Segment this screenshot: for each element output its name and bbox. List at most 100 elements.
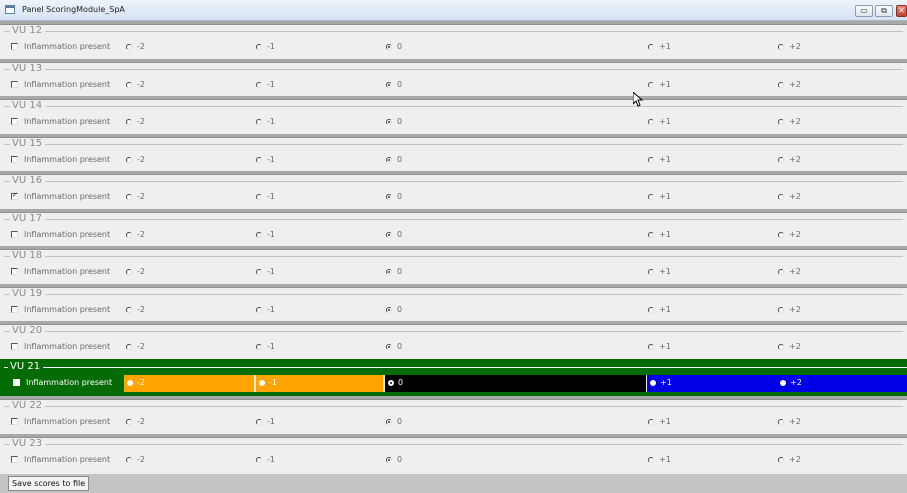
radio-dot[interactable] (127, 379, 133, 386)
score-radio[interactable]: +1 (648, 153, 776, 168)
radio-dot[interactable] (126, 419, 132, 425)
score-radio[interactable]: +1 (648, 415, 776, 430)
score-radio[interactable]: 0 (386, 303, 646, 318)
score-radio[interactable]: +2 (778, 190, 907, 205)
radio-dot[interactable] (126, 231, 132, 238)
score-radio[interactable]: -1 (256, 228, 384, 243)
score-radio[interactable]: +2 (778, 340, 907, 355)
score-radio[interactable]: -1 (256, 153, 384, 168)
score-radio[interactable]: -2 (126, 265, 252, 280)
radio-dot[interactable] (256, 456, 262, 463)
radio-dot[interactable] (259, 379, 265, 386)
radio-dot[interactable] (256, 344, 262, 350)
score-radio[interactable]: 0 (386, 415, 646, 430)
score-radio[interactable]: 0 (386, 453, 646, 468)
score-radio[interactable]: +1 (648, 190, 776, 205)
radio-dot[interactable] (386, 269, 392, 275)
radio-dot[interactable] (126, 344, 132, 350)
checkbox-box[interactable] (11, 268, 18, 275)
score-radio[interactable]: +1 (648, 453, 776, 468)
radio-dot[interactable] (256, 119, 262, 125)
radio-dot[interactable] (386, 194, 392, 200)
score-radio[interactable]: -1 (256, 190, 384, 205)
checkbox-box[interactable] (11, 455, 18, 463)
radio-dot[interactable] (256, 194, 262, 200)
radio-dot[interactable] (256, 81, 262, 88)
radio-dot[interactable] (256, 419, 262, 425)
score-radio[interactable]: -1 (256, 453, 384, 468)
score-radio[interactable]: +1 (648, 303, 776, 318)
radio-dot[interactable] (126, 119, 132, 125)
score-radio[interactable]: 0 (386, 153, 646, 168)
score-radio[interactable]: -2 (126, 153, 252, 168)
score-radio[interactable]: +1 (648, 78, 776, 93)
radio-dot[interactable] (256, 231, 262, 238)
score-radio[interactable]: 0 (386, 265, 646, 280)
score-radio[interactable]: +2 (778, 265, 907, 280)
radio-dot[interactable] (386, 156, 392, 163)
score-radio[interactable]: +2 (778, 453, 907, 468)
score-radio[interactable]: -2 (126, 78, 252, 93)
minimize-button[interactable]: ▭ (855, 5, 873, 17)
score-radio[interactable]: +2 (778, 153, 907, 168)
radio-dot[interactable] (386, 44, 392, 50)
radio-dot[interactable] (648, 306, 654, 313)
score-radio[interactable]: 0 (386, 340, 646, 355)
radio-dot[interactable] (126, 456, 132, 463)
score-radio[interactable]: +1 (648, 40, 776, 55)
score-radio[interactable]: -2 (126, 303, 252, 318)
score-radio[interactable]: -1 (256, 303, 384, 318)
radio-dot[interactable] (778, 344, 784, 350)
score-radio[interactable]: +1 (648, 228, 776, 243)
checkbox-box[interactable] (11, 118, 18, 125)
score-radio[interactable]: +1 (648, 340, 776, 355)
radio-dot[interactable] (256, 156, 262, 163)
radio-dot[interactable] (778, 156, 784, 163)
radio-dot[interactable] (778, 456, 784, 463)
score-radio[interactable]: +2 (777, 374, 907, 392)
score-radio[interactable]: -2 (126, 228, 252, 243)
radio-dot[interactable] (126, 156, 132, 163)
radio-dot[interactable] (386, 419, 392, 425)
score-radio[interactable]: -1 (256, 78, 384, 93)
radio-dot[interactable] (648, 269, 654, 275)
radio-dot[interactable] (386, 81, 392, 88)
radio-dot[interactable] (778, 44, 784, 50)
score-radio[interactable]: +1 (648, 115, 776, 130)
score-radio[interactable]: -1 (256, 115, 384, 130)
radio-dot[interactable] (126, 306, 132, 313)
score-radio[interactable]: +2 (778, 415, 907, 430)
radio-dot[interactable] (386, 344, 392, 350)
radio-dot[interactable] (386, 231, 392, 238)
score-radio[interactable]: 0 (385, 374, 646, 392)
checkbox-box[interactable] (11, 418, 18, 425)
radio-dot[interactable] (778, 419, 784, 425)
radio-dot[interactable] (126, 194, 132, 200)
score-radio[interactable]: +2 (778, 40, 907, 55)
radio-dot[interactable] (780, 379, 786, 386)
checkbox-box[interactable] (11, 343, 18, 350)
score-radio[interactable]: -1 (256, 340, 384, 355)
score-radio[interactable]: -2 (126, 340, 252, 355)
radio-dot[interactable] (650, 379, 656, 386)
score-radio[interactable]: +2 (778, 303, 907, 318)
radio-dot[interactable] (778, 306, 784, 313)
score-radio[interactable]: +1 (648, 265, 776, 280)
score-radio[interactable]: -1 (256, 265, 384, 280)
radio-dot[interactable] (648, 344, 654, 350)
radio-dot[interactable] (386, 456, 392, 463)
radio-dot[interactable] (778, 194, 784, 200)
score-radio[interactable]: -1 (256, 40, 384, 55)
radio-dot[interactable] (648, 419, 654, 425)
checkbox-box[interactable] (11, 155, 18, 163)
score-radio[interactable]: +2 (778, 228, 907, 243)
checkbox-box[interactable] (11, 80, 18, 88)
radio-dot[interactable] (648, 156, 654, 163)
radio-dot[interactable] (648, 194, 654, 200)
score-radio[interactable]: -2 (126, 453, 252, 468)
score-radio[interactable]: 0 (386, 228, 646, 243)
score-radio[interactable]: 0 (386, 190, 646, 205)
radio-dot[interactable] (648, 119, 654, 125)
radio-dot[interactable] (778, 269, 784, 275)
radio-dot[interactable] (778, 231, 784, 238)
